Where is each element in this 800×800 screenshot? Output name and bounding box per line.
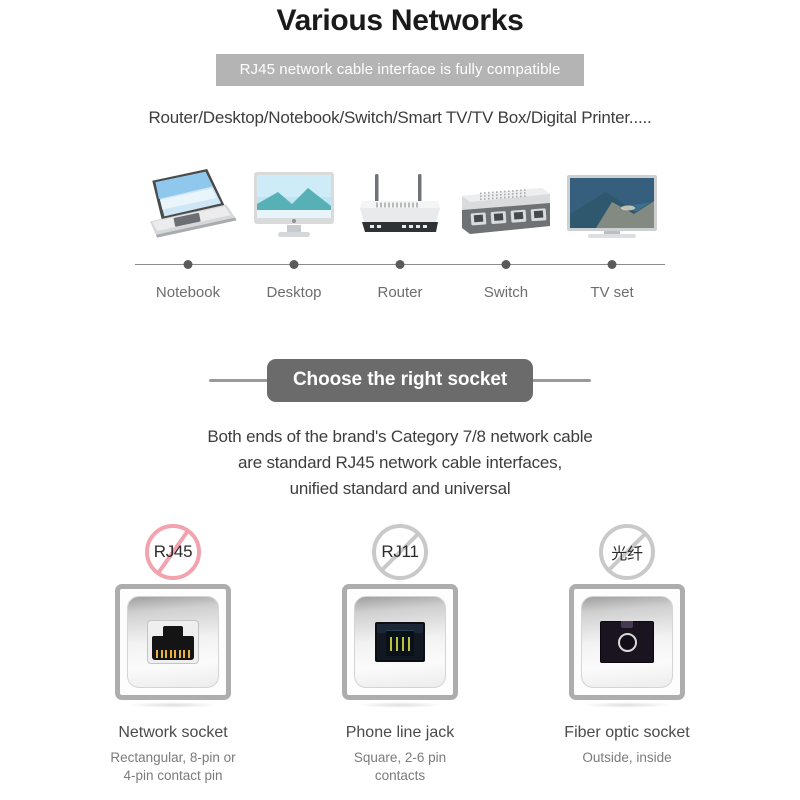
desc-line-2: 4-pin contact pin (123, 768, 223, 783)
desc-line-1: Outside, inside (582, 750, 672, 765)
heading-rule-left (208, 379, 267, 382)
timeline-dot-desktop (289, 260, 299, 269)
network-switch-icon (462, 188, 550, 234)
socket-desc-rj45: Rectangular, 8-pin or 4-pin contact pin (110, 749, 235, 785)
paragraph-line-2: are standard RJ45 network cable interfac… (237, 453, 563, 472)
rj11-prohibited-badge-icon: RJ11 (372, 524, 428, 580)
infographic-page: Various Networks RJ45 network cable inte… (0, 0, 800, 800)
section-paragraph: Both ends of the brand's Category 7/8 ne… (0, 424, 800, 502)
desc-line-1: Rectangular, 8-pin or (110, 750, 236, 765)
section-heading-pill: Choose the right socket (266, 359, 534, 402)
device-cell-switch (453, 160, 559, 242)
fiber-faceplate (569, 584, 685, 708)
badge-label: 光纤 (611, 546, 643, 563)
device-list-subtitle: Router/Desktop/Notebook/Switch/Smart TV/… (148, 108, 652, 127)
timeline-dot-tv (607, 260, 617, 269)
heading-rule-right (533, 379, 592, 382)
section-heading-row: Choose the right socket (0, 359, 800, 402)
socket-card-rj45: RJ45 Network socket Rectangular, 8-pin o… (86, 524, 261, 785)
socket-title-fiber: Fiber optic socket (564, 724, 690, 741)
device-cell-desktop (241, 160, 347, 242)
fiber-prohibited-badge-icon: 光纤 (599, 524, 655, 580)
desc-line-1: Square, 2-6 pin (353, 750, 447, 765)
device-timeline (135, 258, 665, 272)
compatibility-banner: RJ45 network cable interface is fully co… (215, 54, 585, 86)
socket-desc-rj11: Square, 2-6 pin contacts (354, 749, 446, 785)
device-cell-router (347, 160, 453, 242)
fiber-optic-port-icon (600, 621, 654, 663)
timeline-dot-switch (501, 260, 511, 269)
device-icon-row (135, 160, 665, 242)
device-cell-notebook (135, 160, 241, 242)
socket-comparison-row: RJ45 Network socket Rectangular, 8-pin o… (0, 524, 800, 785)
page-title: Various Networks (276, 4, 524, 37)
socket-desc-fiber: Outside, inside (582, 749, 671, 767)
rj45-faceplate (115, 584, 231, 708)
paragraph-line-3: unified standard and universal (289, 479, 511, 498)
rj11-faceplate (342, 584, 458, 708)
faceplate-inner (581, 596, 673, 688)
socket-card-rj11: RJ11 Phone line jack Square, 2-6 pin con… (313, 524, 488, 785)
device-cell-tv (559, 160, 665, 242)
device-label-row: Notebook Desktop Router Switch TV set (135, 284, 665, 301)
laptop-icon (149, 168, 237, 238)
faceplate-inner (354, 596, 446, 688)
rj45-approved-badge-icon: RJ45 (145, 524, 201, 580)
device-label-desktop: Desktop (266, 284, 322, 301)
badge-label: RJ11 (381, 542, 419, 561)
timeline-dot-router (395, 260, 405, 269)
device-label-tv: TV set (590, 284, 634, 301)
wifi-router-icon (360, 174, 440, 232)
timeline-dot-notebook (183, 260, 193, 269)
device-label-router: Router (377, 284, 423, 301)
banner-row: RJ45 network cable interface is fully co… (0, 54, 800, 86)
television-icon (567, 175, 657, 238)
device-label-notebook: Notebook (155, 284, 221, 301)
socket-title-rj11: Phone line jack (345, 724, 455, 741)
socket-title-rj45: Network socket (118, 724, 228, 741)
rj11-port-icon (375, 622, 425, 662)
badge-label: RJ45 (153, 542, 193, 561)
device-label-switch: Switch (483, 284, 529, 301)
rj45-port-icon (147, 620, 199, 664)
faceplate-inner (127, 596, 219, 688)
socket-card-fiber: 光纤 Fiber optic socket Outside, inside (540, 524, 715, 785)
paragraph-line-1: Both ends of the brand's Category 7/8 ne… (207, 427, 593, 446)
desc-line-2: contacts (374, 768, 426, 783)
desktop-monitor-icon (254, 172, 334, 237)
